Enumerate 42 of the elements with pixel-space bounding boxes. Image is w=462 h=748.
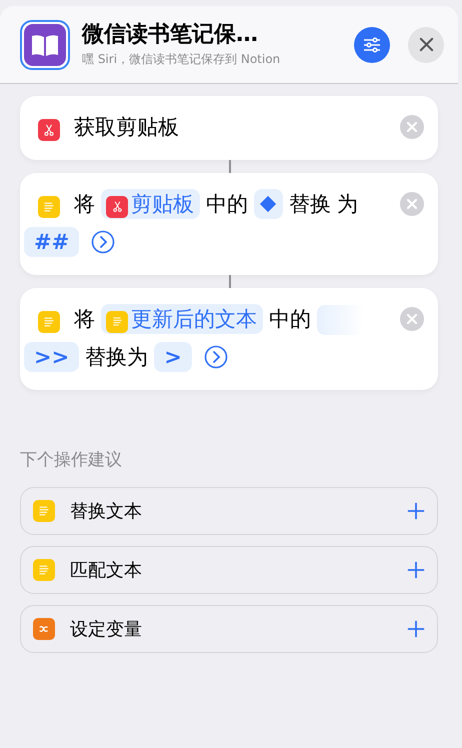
text-lines-icon <box>106 310 128 332</box>
action-text: 为 <box>337 192 358 216</box>
action-text: 替换 <box>289 192 331 216</box>
action-text: 将 <box>74 192 95 216</box>
sliders-icon <box>362 34 382 54</box>
action-text: 获取剪贴板 <box>74 115 179 139</box>
text-lines-icon <box>33 500 55 522</box>
text-lines-icon <box>33 559 55 581</box>
action-text: 替换为 <box>85 345 148 369</box>
add-icon[interactable] <box>407 502 425 520</box>
close-button[interactable] <box>408 26 444 62</box>
text-lines-icon <box>38 196 60 218</box>
close-icon <box>418 37 434 52</box>
suggestion-label: 匹配文本 <box>70 559 143 582</box>
add-icon[interactable] <box>407 561 425 579</box>
scissors-icon <box>38 119 60 141</box>
scissors-icon <box>106 196 128 218</box>
suggestion-item[interactable]: 匹配文本 <box>20 546 438 594</box>
action-text: 中的 <box>206 192 248 216</box>
action-text: 将 <box>74 307 95 331</box>
action-text: 中的 <box>269 307 311 331</box>
expand-icon[interactable] <box>204 345 228 369</box>
diamond-icon <box>259 195 277 213</box>
suggestion-item[interactable]: 设定变量 <box>20 605 438 653</box>
text-lines-icon <box>38 311 60 333</box>
section-heading: 下个操作建议 <box>20 449 123 471</box>
settings-button[interactable] <box>354 26 390 62</box>
shortcut-title: 微信读书笔记保… <box>82 21 259 49</box>
value-token[interactable]: >> <box>24 342 80 372</box>
shortcut-subtitle: 嘿 Siri，微信读书笔记保存到 Notion <box>82 51 282 68</box>
suggestion-label: 替换文本 <box>70 500 143 523</box>
variable-token[interactable]: 更新后的文本 <box>101 304 263 334</box>
value-token[interactable]: ## <box>24 227 80 257</box>
variable-icon <box>33 618 55 640</box>
suggestion-label: 设定变量 <box>70 618 143 641</box>
add-icon[interactable] <box>407 620 425 638</box>
book-icon <box>20 20 70 70</box>
variable-token[interactable] <box>254 189 283 219</box>
suggestion-item[interactable]: 替换文本 <box>20 487 438 535</box>
variable-token[interactable]: 剪贴板 <box>101 189 200 219</box>
value-token[interactable]: > <box>154 342 192 372</box>
expand-icon[interactable] <box>91 230 116 254</box>
